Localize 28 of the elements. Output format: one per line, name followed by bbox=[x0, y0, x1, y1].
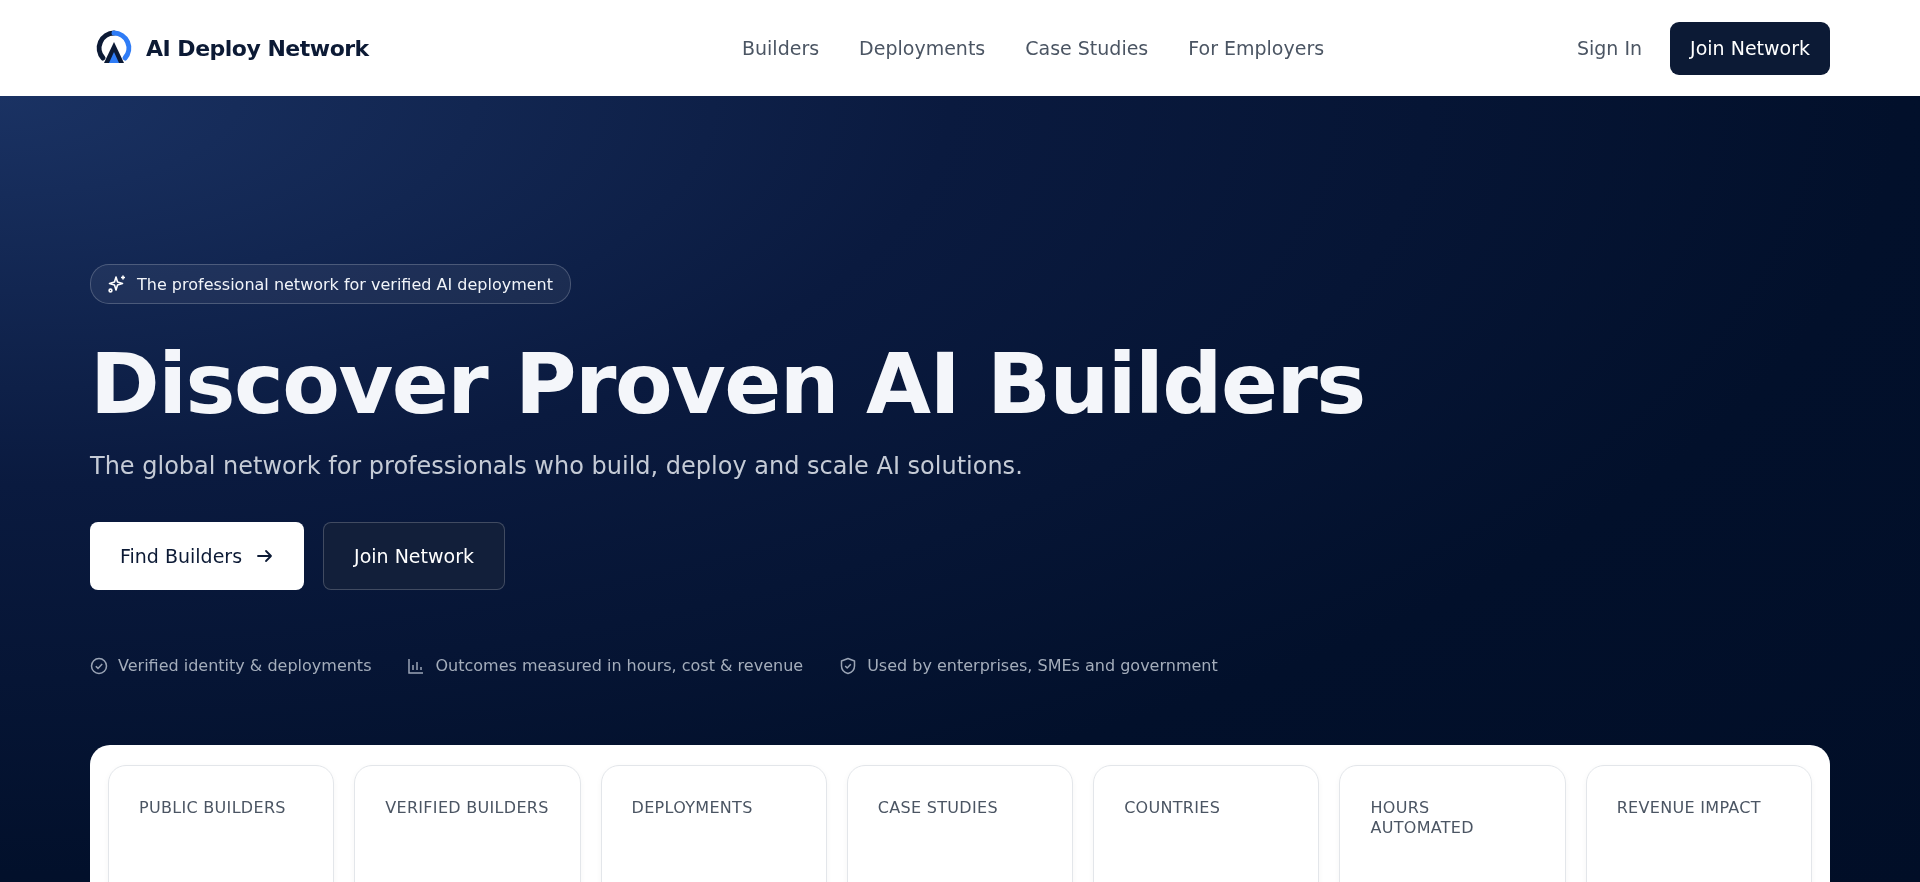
bar-chart-icon bbox=[407, 656, 426, 675]
feature-text: Verified identity & deployments bbox=[118, 656, 372, 675]
nav-link[interactable]: Deployments bbox=[859, 37, 986, 59]
hero-heading: Discover Proven AI Builders bbox=[90, 334, 1366, 434]
check-circle-icon bbox=[90, 656, 108, 675]
stat-label: REVENUE IMPACT bbox=[1616, 798, 1762, 818]
join-network-button[interactable]: Join Network bbox=[323, 522, 505, 590]
tagline-text: The professional network for verified AI deployment bbox=[137, 274, 553, 294]
shield-check-icon bbox=[839, 656, 858, 675]
stat-label: PUBLIC BUILDERS bbox=[139, 798, 287, 818]
join-network-button[interactable]: Join Network bbox=[1670, 21, 1830, 75]
sparkle-icon bbox=[107, 274, 127, 294]
find-builders-button[interactable]: Find Builders bbox=[90, 522, 305, 590]
stat-label: VERIFIED BUILDERS bbox=[385, 798, 550, 818]
feature-text: Used by enterprises, SMEs and government bbox=[867, 656, 1218, 675]
nav-link[interactable]: Case Studies bbox=[1025, 37, 1149, 59]
sign-in-link[interactable]: Sign In bbox=[1576, 37, 1643, 59]
stat-label: HOURS AUTOMATED bbox=[1370, 798, 1475, 838]
arrow-right-icon bbox=[256, 547, 275, 565]
feature-text: Outcomes measured in hours, cost & revenue bbox=[435, 656, 804, 675]
stat-label: DEPLOYMENTS bbox=[631, 798, 754, 818]
stat-label: CASE STUDIES bbox=[877, 798, 999, 818]
stat-label: COUNTRIES bbox=[1124, 798, 1222, 818]
logo-icon bbox=[96, 30, 132, 66]
hero-subtitle: The global network for professionals who build, deploy and scale AI solutions. bbox=[90, 452, 1024, 480]
nav-link[interactable]: For Employers bbox=[1188, 37, 1325, 59]
brand-name[interactable]: AI Deploy Network bbox=[146, 35, 369, 61]
nav-link[interactable]: Builders bbox=[742, 37, 820, 59]
